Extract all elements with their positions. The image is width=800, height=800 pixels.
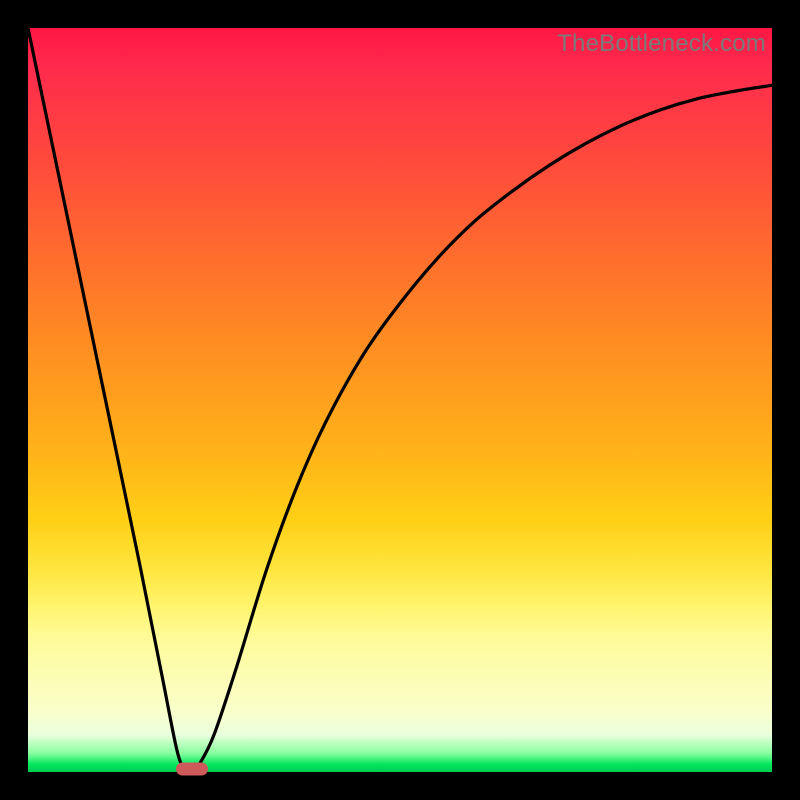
minimum-marker <box>176 763 208 776</box>
chart-frame: TheBottleneck.com <box>28 28 772 772</box>
bottleneck-curve <box>28 28 772 772</box>
watermark-label: TheBottleneck.com <box>557 30 766 58</box>
